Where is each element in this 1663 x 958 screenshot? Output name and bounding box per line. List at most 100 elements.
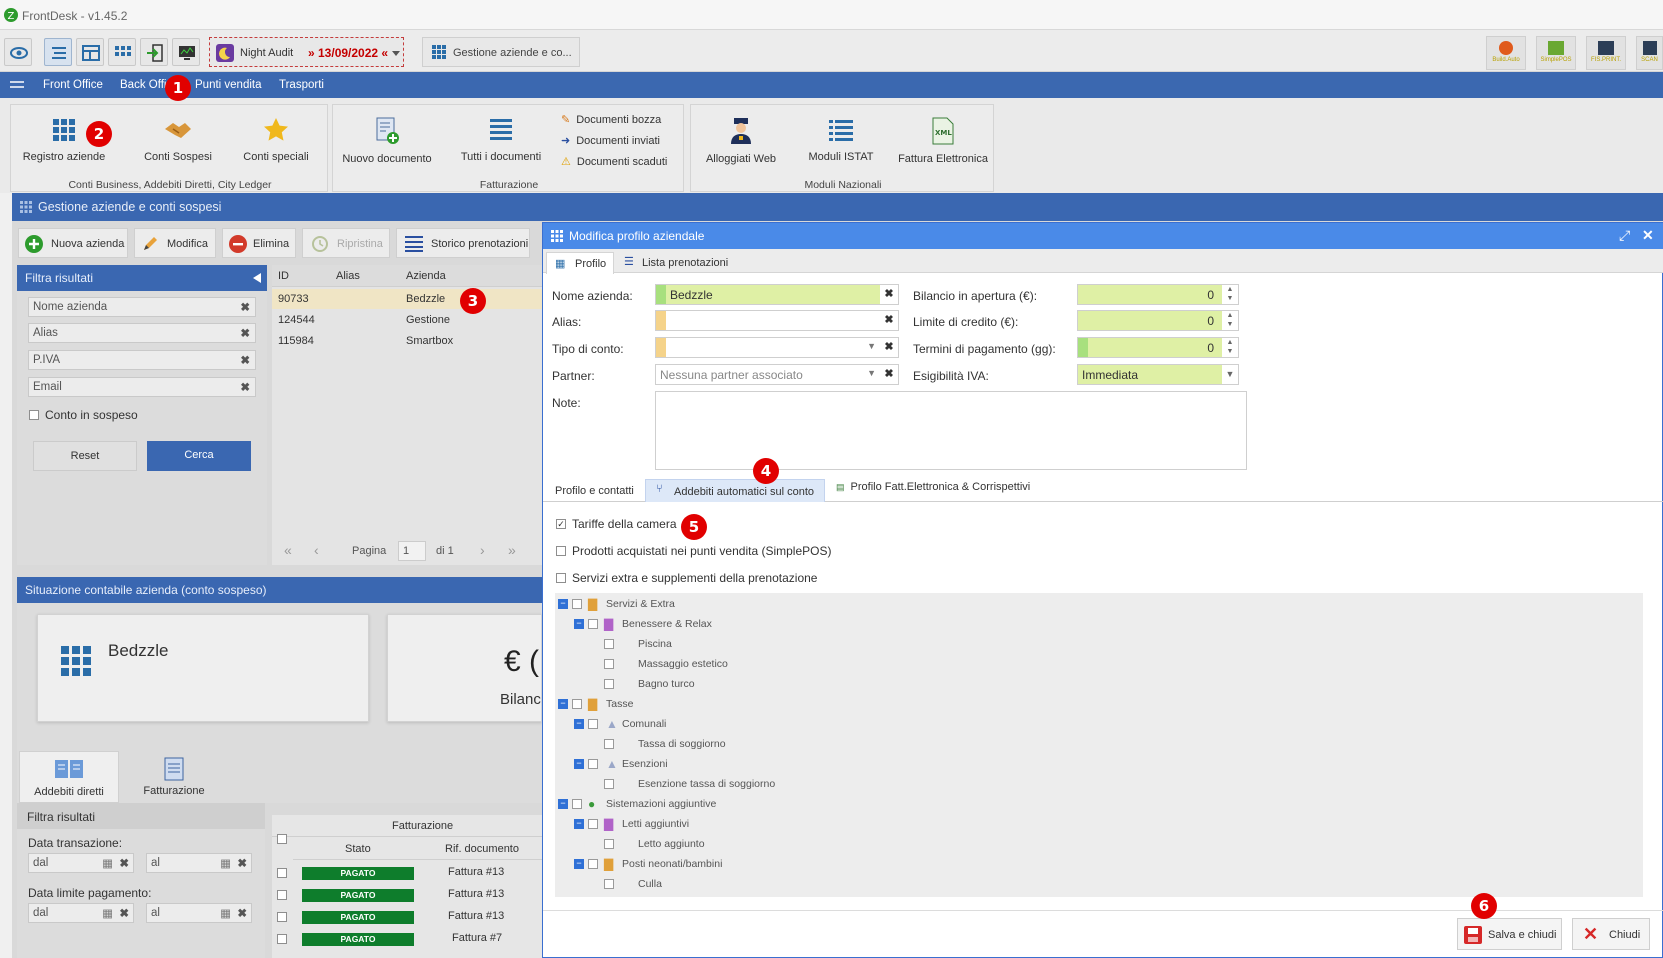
subtab-addebiti-automatici[interactable]: ⑂ Addebiti automatici sul conto — [645, 479, 825, 502]
clear-icon[interactable]: ✖ — [880, 365, 898, 384]
tree-checkbox[interactable] — [588, 719, 598, 729]
clear-icon[interactable]: ✖ — [119, 856, 129, 870]
clear-icon[interactable]: ✖ — [240, 380, 250, 394]
reset-button[interactable]: Reset — [33, 441, 137, 471]
note-textarea[interactable] — [655, 391, 1247, 470]
tree-checkbox[interactable] — [604, 739, 614, 749]
tree-item-tasse[interactable]: Tasse — [606, 698, 633, 710]
bilancio-input[interactable]: 0 ▲ ▼ — [1077, 284, 1239, 305]
prev-page-icon[interactable]: ‹ — [314, 542, 319, 558]
billing-rif[interactable]: Fattura #7 — [452, 932, 502, 944]
storico-prenotazioni-button[interactable]: Storico prenotazioni — [396, 228, 530, 258]
cerca-button[interactable]: Cerca — [147, 441, 251, 471]
tree-item-servizi[interactable]: Servizi & Extra — [606, 598, 675, 610]
tree-item-piscina[interactable]: Piscina — [638, 638, 672, 650]
clear-icon[interactable]: ✖ — [240, 353, 250, 367]
collapse-left-icon[interactable] — [253, 273, 261, 283]
build-auto-button[interactable]: Build.Auto — [1486, 36, 1526, 70]
tree-checkbox[interactable] — [588, 619, 598, 629]
tipo-conto-select[interactable]: ▼ ✖ — [655, 337, 899, 358]
tree-item-letto[interactable]: Letto aggiunto — [638, 838, 705, 850]
grid-icon-button[interactable] — [108, 38, 136, 66]
eye-icon-button[interactable] — [4, 38, 32, 66]
fis-print-button[interactable]: FIS.PRINT. — [1586, 36, 1626, 70]
tree-collapse-icon[interactable]: − — [558, 799, 568, 809]
chiudi-button[interactable]: ✕ Chiudi — [1572, 918, 1650, 950]
caret-down-icon[interactable]: ▼ — [867, 368, 876, 378]
alias-filter[interactable]: Alias ✖ — [28, 323, 256, 343]
limite-credito-input[interactable]: 0 ▲ ▼ — [1077, 310, 1239, 331]
menu-trasporti[interactable]: Trasporti — [279, 79, 324, 91]
tree-item-letti[interactable]: Letti aggiuntivi — [622, 818, 689, 830]
transazione-from-input[interactable]: dal ▦ ✖ — [28, 853, 134, 873]
clear-icon[interactable]: ✖ — [880, 311, 898, 330]
tree-item-posti[interactable]: Posti neonati/bambini — [622, 858, 722, 870]
piva-filter[interactable]: P.IVA ✖ — [28, 350, 256, 370]
tree-item-massaggio[interactable]: Massaggio estetico — [638, 658, 728, 670]
tree-item-benessere[interactable]: Benessere & Relax — [622, 618, 712, 630]
billing-row-checkbox[interactable] — [277, 890, 287, 900]
elimina-button[interactable]: Elimina — [222, 228, 296, 258]
caret-down-icon[interactable]: ▼ — [1222, 365, 1238, 384]
nuova-azienda-button[interactable]: Nuova azienda — [18, 228, 128, 258]
tree-checkbox[interactable] — [588, 759, 598, 769]
partner-select[interactable]: Nessuna partner associato ▼ ✖ — [655, 364, 899, 385]
gestione-window-tab[interactable]: Gestione aziende e co... — [422, 37, 580, 67]
conti-sospesi-button[interactable]: Conti Sospesi — [133, 117, 223, 163]
simplepos-button[interactable]: SimplePOS — [1536, 36, 1576, 70]
close-icon[interactable]: ✕ — [1642, 227, 1654, 244]
tab-profilo[interactable]: ▦ Profilo — [546, 252, 614, 274]
limite-to-input[interactable]: al ▦ ✖ — [146, 903, 252, 923]
tree-checkbox[interactable] — [572, 799, 582, 809]
tree-item-esenzione[interactable]: Esenzione tassa di soggiorno — [638, 778, 775, 790]
tree-item-culla[interactable]: Culla — [638, 878, 662, 890]
tutti-documenti-button[interactable]: Tutti i documenti — [453, 117, 549, 163]
tree-checkbox[interactable] — [604, 659, 614, 669]
termini-input[interactable]: 0 ▲ ▼ — [1077, 337, 1239, 358]
documenti-scaduti-link[interactable]: ⚠ Documenti scaduti — [561, 155, 667, 168]
billing-rif[interactable]: Fattura #13 — [448, 888, 504, 900]
tab-lista-prenotazioni[interactable]: ☰ Lista prenotazioni — [624, 252, 744, 274]
clear-icon[interactable]: ✖ — [880, 338, 898, 357]
last-page-icon[interactable]: » — [508, 542, 516, 558]
esigibilita-iva-select[interactable]: Immediata ▼ — [1077, 364, 1239, 385]
servizi-extra-checkbox[interactable] — [556, 573, 566, 583]
clear-icon[interactable]: ✖ — [240, 300, 250, 314]
salva-chiudi-button[interactable]: Salva e chiudi — [1457, 918, 1562, 950]
tree-checkbox[interactable] — [604, 879, 614, 889]
caret-down-icon[interactable]: ▼ — [867, 341, 876, 351]
tree-checkbox[interactable] — [604, 639, 614, 649]
col-stato[interactable]: Stato — [345, 843, 371, 855]
tree-item-esenzioni[interactable]: Esenzioni — [622, 758, 668, 770]
moduli-istat-button[interactable]: Moduli ISTAT — [795, 117, 887, 163]
tariffe-camera-checkbox[interactable]: ✓ — [556, 519, 566, 529]
nuovo-documento-button[interactable]: Nuovo documento — [339, 117, 435, 165]
next-page-icon[interactable]: › — [480, 542, 485, 558]
alias-input[interactable]: ✖ — [655, 310, 899, 331]
tree-checkbox[interactable] — [588, 819, 598, 829]
prodotti-simplepos-checkbox[interactable] — [556, 546, 566, 556]
spinner-icon[interactable]: ▲ ▼ — [1222, 311, 1238, 330]
tab-fatturazione[interactable]: Fatturazione — [124, 751, 224, 803]
nome-azienda-filter[interactable]: Nome azienda ✖ — [28, 297, 256, 317]
first-page-icon[interactable]: « — [284, 542, 292, 558]
subtab-profilo-contatti[interactable]: Profilo e contatti — [555, 485, 634, 497]
spinner-icon[interactable]: ▲ ▼ — [1222, 338, 1238, 357]
transazione-to-input[interactable]: al ▦ ✖ — [146, 853, 252, 873]
table-row[interactable]: 115984 Smartbox — [272, 331, 542, 351]
tree-collapse-icon[interactable]: − — [574, 819, 584, 829]
billing-row-checkbox[interactable] — [277, 912, 287, 922]
billing-select-all-checkbox[interactable] — [277, 834, 287, 844]
tree-collapse-icon[interactable]: − — [558, 699, 568, 709]
calendar-icon[interactable]: ▦ — [102, 906, 113, 920]
spinner-icon[interactable]: ▲ ▼ — [1222, 285, 1238, 304]
ripristina-button[interactable]: Ripristina — [302, 228, 390, 258]
limite-from-input[interactable]: dal ▦ ✖ — [28, 903, 134, 923]
tree-checkbox[interactable] — [604, 679, 614, 689]
list-view-icon-button[interactable] — [44, 38, 72, 66]
tree-item-sistemazioni[interactable]: Sistemazioni aggiuntive — [606, 798, 716, 810]
nome-azienda-input[interactable]: Bedzzle ✖ — [655, 284, 899, 305]
fattura-elettronica-button[interactable]: XML Fattura Elettronica — [893, 117, 993, 165]
tree-collapse-icon[interactable]: − — [574, 619, 584, 629]
table-row[interactable]: 90733 Bedzzle — [272, 289, 542, 309]
